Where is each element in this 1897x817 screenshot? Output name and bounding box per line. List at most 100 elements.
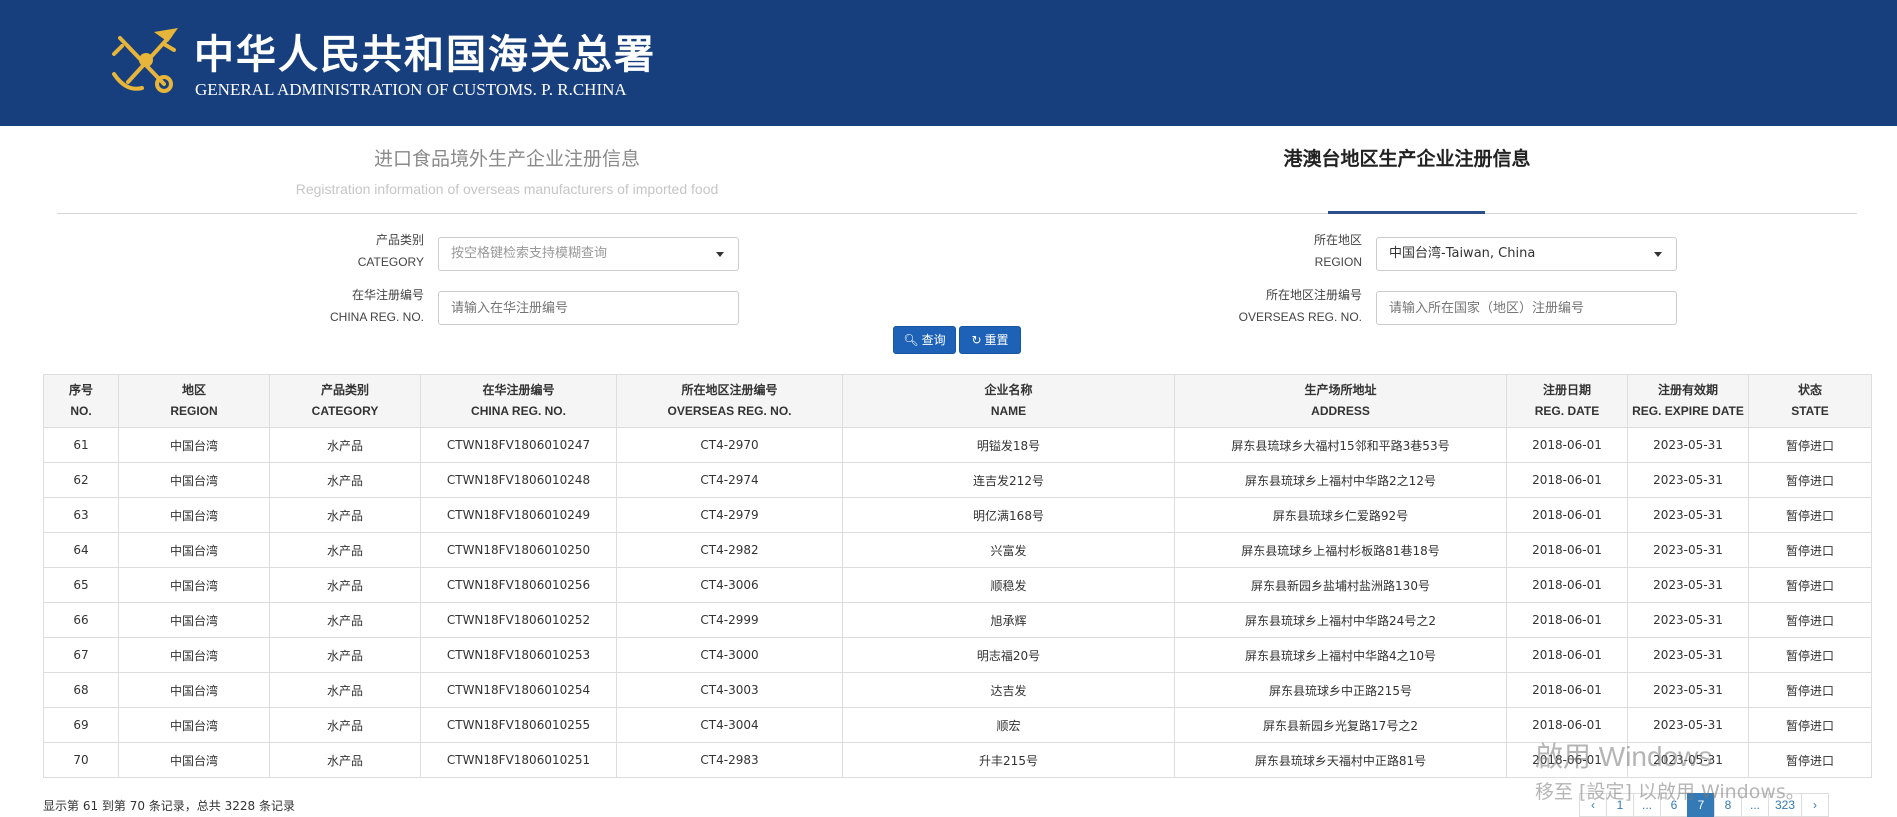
table-cell: 明镒发18号 [842,427,1175,463]
customs-emblem-icon [112,28,178,93]
table-cell: CTWN18FV1806010249 [420,497,617,533]
table-cell: 明亿满168号 [842,497,1175,533]
table-cell: 63 [43,497,119,533]
table-cell: CTWN18FV1806010255 [420,707,617,743]
column-header: 在华注册编号 CHINA REG. NO. [420,374,617,428]
table-cell: 屏东县新园乡盐埔村盐洲路130号 [1174,567,1507,603]
results-table: 序号 NO. 地区 REGION 产品类别 CATEGORY 在华注册编号 CHINA REG… [43,374,1872,778]
china-reg-label: 在华注册编号 CHINA REG. NO. [329,288,424,324]
table-cell: 2018-06-01 [1506,672,1628,708]
table-cell: 2023-05-31 [1627,637,1749,673]
table-cell: 屏东县琉球乡上福村中华路4之10号 [1174,637,1507,673]
table-cell: 2023-05-31 [1627,672,1749,708]
tab-label-en: Registration information of overseas man… [295,181,719,197]
column-header: 企业名称 NAME [842,374,1175,428]
table-row: 63 中国台湾 水产品 CTWN18FV1806010249 CT4-2979 明亿满16… [43,497,1872,533]
page-link[interactable]: ... [1741,793,1769,817]
table-cell: 兴富发 [842,532,1175,568]
table-row: 70 中国台湾 水产品 CTWN18FV1806010251 CT4-2983 升丰215… [43,742,1872,778]
table-cell: 65 [43,567,119,603]
table-cell: 屏东县琉球乡上福村中华路2之12号 [1174,462,1507,498]
page-link[interactable]: ... [1633,793,1661,817]
table-cell: 水产品 [269,602,421,638]
table-cell: 2023-05-31 [1627,742,1749,778]
table-cell: CTWN18FV1806010247 [420,427,617,463]
table-cell: 中国台湾 [118,532,270,568]
table-row: 68 中国台湾 水产品 CTWN18FV1806010254 CT4-3003 达吉发 屏东… [43,672,1872,708]
category-select[interactable]: 按空格键检索支持模糊查询 [438,237,739,271]
table-cell: CT4-3000 [616,637,843,673]
table-cell: 2018-06-01 [1506,427,1628,463]
refresh-icon: ↻ [971,333,982,347]
column-header: 产品类别 CATEGORY [269,374,421,428]
table-cell: 暂停进口 [1748,637,1872,673]
reset-button[interactable]: ↻ 重置 [959,326,1021,354]
table-cell: CTWN18FV1806010254 [420,672,617,708]
table-row: 62 中国台湾 水产品 CTWN18FV1806010248 CT4-2974 连吉发21… [43,462,1872,498]
table-cell: 2018-06-01 [1506,462,1628,498]
table-cell: 中国台湾 [118,602,270,638]
table-cell: CTWN18FV1806010248 [420,462,617,498]
category-label: 产品类别 CATEGORY [357,233,424,269]
tab-divider [57,213,1857,214]
table-cell: 屏东县琉球乡中正路215号 [1174,672,1507,708]
column-header: 生产场所地址 ADDRESS [1174,374,1507,428]
column-header: 注册日期 REG. DATE [1506,374,1628,428]
table-cell: 2018-06-01 [1506,567,1628,603]
table-cell: 中国台湾 [118,707,270,743]
table-row: 69 中国台湾 水产品 CTWN18FV1806010255 CT4-3004 顺宏 屏东县… [43,707,1872,743]
page-link[interactable]: ‹ [1579,793,1607,817]
header-title-cn: 中华人民共和国海关总署 [194,31,656,78]
table-cell: 2023-05-31 [1627,707,1749,743]
table-cell: 水产品 [269,567,421,603]
table-cell: 暂停进口 [1748,742,1872,778]
table-cell: 67 [43,637,119,673]
page-link[interactable]: 6 [1660,793,1688,817]
china-reg-input[interactable] [438,291,739,325]
page-link[interactable]: 1 [1606,793,1634,817]
tab-overseas-manufacturers[interactable]: 进口食品境外生产企业注册信息 Registration information … [200,144,814,197]
table-cell: CTWN18FV1806010256 [420,567,617,603]
table-cell: 2018-06-01 [1506,707,1628,743]
region-label: 所在地区 REGION [1313,233,1362,269]
region-select[interactable]: 中国台湾-Taiwan, China [1376,237,1677,271]
site-header: 中华人民共和国海关总署 GENERAL ADMINISTRATION OF CU… [0,0,1897,126]
page-link[interactable]: 8 [1714,793,1742,817]
overseas-reg-input[interactable] [1376,291,1677,325]
column-header: 地区 REGION [118,374,270,428]
table-cell: 水产品 [269,637,421,673]
chevron-down-icon [716,252,724,257]
column-header: 所在地区注册编号 OVERSEAS REG. NO. [616,374,843,428]
table-cell: 中国台湾 [118,567,270,603]
table-cell: CT4-2999 [616,602,843,638]
table-cell: CT4-3003 [616,672,843,708]
table-header-row: 序号 NO. 地区 REGION 产品类别 CATEGORY 在华注册编号 CHINA REG… [43,374,1872,428]
table-cell: CTWN18FV1806010251 [420,742,617,778]
pagination: ‹ 1... 6 7 8... 323 › [1579,793,1830,817]
page-link[interactable]: 7 [1687,793,1715,817]
header-title-en: GENERAL ADMINISTRATION OF CUSTOMS. P. R.… [195,80,627,99]
table-cell: 2018-06-01 [1506,742,1628,778]
tab-label-cn: 港澳台地区生产企业注册信息 [1283,148,1531,170]
table-cell: 水产品 [269,707,421,743]
table-cell: CT4-2970 [616,427,843,463]
table-cell: 暂停进口 [1748,462,1872,498]
table-cell: CT4-2979 [616,497,843,533]
page-link[interactable]: 323 [1768,793,1803,817]
table-cell: 中国台湾 [118,742,270,778]
search-button[interactable]: 🔍︎ 查询 [893,326,956,354]
tab-hk-macao-taiwan[interactable]: 港澳台地区生产企业注册信息 [1180,144,1634,171]
table-cell: 2023-05-31 [1627,567,1749,603]
active-tab-indicator [1328,211,1485,214]
table-cell: 中国台湾 [118,637,270,673]
page-link[interactable]: › [1801,793,1830,817]
table-cell: 中国台湾 [118,462,270,498]
table-cell: 水产品 [269,427,421,463]
record-count-info: 显示第 61 到第 70 条记录，总共 3228 条记录 [43,799,295,813]
table-cell: 屏东县新园乡光复路17号之2 [1174,707,1507,743]
table-cell: 暂停进口 [1748,532,1872,568]
table-cell: 70 [43,742,119,778]
table-cell: 顺稳发 [842,567,1175,603]
table-cell: 69 [43,707,119,743]
table-cell: 2018-06-01 [1506,637,1628,673]
